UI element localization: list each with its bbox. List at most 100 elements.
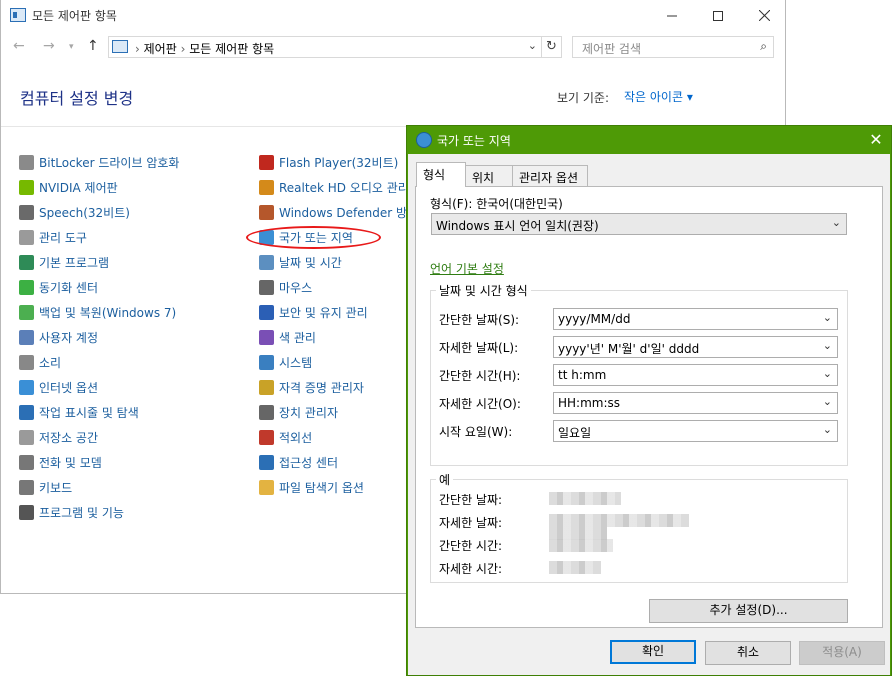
chevron-down-icon: ⌄ [822,423,832,436]
breadcrumb-item[interactable]: 제어판 [144,42,177,56]
apply-button[interactable]: 적용(A) [799,641,885,665]
tab-format[interactable]: 형식 [416,162,466,187]
taskbar-icon [19,405,34,420]
refresh-button[interactable]: ↻ [542,36,562,58]
control-panel-item-label: 장치 관리자 [279,406,339,420]
control-panel-item-label: 키보드 [39,481,73,495]
control-panel-item-label: 자격 증명 관리자 [279,381,364,395]
format-field-select[interactable]: yyyy/MM/dd ⌄ [553,308,838,330]
control-panel-icon [112,40,128,53]
format-select[interactable]: Windows 표시 언어 일치(권장) ⌄ [431,213,847,235]
format-field-select[interactable]: 일요일 ⌄ [553,420,838,442]
user-accounts-icon [19,330,34,345]
default-programs-icon [19,255,34,270]
breadcrumb: › 제어판 › 모든 제어판 항목 [135,42,275,56]
bitlocker-icon [19,155,34,170]
dialog-body: 형식 위치 관리자 옵션 형식(F): 한국어(대한민국) Windows 표시… [408,154,890,675]
keyboard-icon [19,480,34,495]
redacted-value [549,492,621,505]
control-panel-item-label: 사용자 계정 [39,331,99,345]
example-label: 간단한 시간: [439,539,503,553]
field-label: 자세한 날짜(L): [439,341,519,355]
minimize-button[interactable] [649,0,695,31]
control-panel-item-label: BitLocker 드라이브 암호화 [39,156,180,170]
format-field-select[interactable]: yyyy'년' M'월' d'일' dddd ⌄ [553,336,838,358]
up-icon[interactable]: ↑ [87,38,99,54]
control-panel-item-label: 동기화 센터 [39,281,99,295]
firewall-icon [259,205,274,220]
chevron-down-icon: ⌄ [831,216,841,229]
admin-tools-icon [19,230,34,245]
example-label: 간단한 날짜: [439,493,503,507]
control-panel-item-label: 기본 프로그램 [39,256,110,270]
globe-icon [416,132,432,148]
format-select-value: Windows 표시 언어 일치(권장) [436,219,599,233]
control-panel-item-label: 날짜 및 시간 [279,256,342,270]
cancel-button[interactable]: 취소 [705,641,791,665]
redacted-value [549,514,689,527]
refresh-icon: ↻ [546,39,557,54]
control-panel-item-label: Flash Player(32비트) [279,156,399,170]
search-input[interactable]: 제어판 검색 ⌕ [572,36,774,58]
control-panel-item-label: Realtek HD 오디오 관리 [279,181,409,195]
chevron-down-icon: ⌄ [822,339,832,352]
view-by-dropdown[interactable]: 작은 아이콘 ▾ [624,88,693,105]
search-icon[interactable]: ⌕ [760,39,767,54]
field-label: 간단한 시간(H): [439,369,521,383]
language-preferences-link[interactable]: 언어 기본 설정 [430,260,504,277]
close-icon[interactable]: ✕ [861,126,891,154]
speech-icon [19,205,34,220]
redacted-value [549,539,613,552]
control-panel-item-label: Windows Defender 방화 [279,206,419,220]
nvidia-icon [19,180,34,195]
chevron-down-icon: ⌄ [822,395,832,408]
control-panel-item-label: 색 관리 [279,331,316,345]
format-field-select[interactable]: tt h:mm ⌄ [553,364,838,386]
system-icon [259,355,274,370]
title-bar: 모든 제어판 항목 [1,0,787,31]
control-panel-item-label: 관리 도구 [39,231,87,245]
control-panel-item-label: 소리 [39,356,62,370]
device-manager-icon [259,405,274,420]
format-label: 형식(F): 한국어(대한민국) [430,197,563,211]
close-icon [758,10,770,21]
format-field-select[interactable]: HH:mm:ss ⌄ [553,392,838,414]
examples-group: 예 간단한 날짜: 자세한 날짜: 간단한 시간: 자세한 시간: [430,471,848,583]
format-tab-panel: 형식(F): 한국어(대한민국) Windows 표시 언어 일치(권장) ⌄ … [415,186,883,628]
ok-button[interactable]: 확인 [610,640,696,664]
tab-location[interactable]: 위치 [465,165,513,186]
chevron-down-icon[interactable]: ⌄ [528,39,537,52]
storage-spaces-icon [19,430,34,445]
backup-icon [19,305,34,320]
breadcrumb-item[interactable]: 모든 제어판 항목 [189,42,274,56]
maximize-button[interactable] [695,0,741,31]
flash-icon [259,155,274,170]
search-placeholder: 제어판 검색 [582,42,642,56]
control-panel-item-label: 인터넷 옵션 [39,381,99,395]
close-button[interactable] [741,0,787,31]
forward-icon[interactable]: → [43,38,55,54]
view-by-label: 보기 기준: [557,91,610,105]
ease-of-access-icon [259,455,274,470]
back-icon[interactable]: ← [13,38,25,54]
page-title: 컴퓨터 설정 변경 [20,89,134,108]
control-panel-item-label: 마우스 [279,281,313,295]
highlight-ellipse [246,226,381,249]
address-bar[interactable]: › 제어판 › 모든 제어판 항목 ⌄ [108,36,542,58]
control-panel-item-label: 적외선 [279,431,313,445]
control-panel-item-label: 파일 탐색기 옵션 [279,481,364,495]
recent-chevron-icon[interactable]: ▾ [69,42,74,52]
control-panel-item-label: NVIDIA 제어판 [39,181,118,195]
file-explorer-options-icon [259,480,274,495]
control-panel-item-label: 전화 및 모뎀 [39,456,102,470]
control-panel-item-label: 작업 표시줄 및 탐색 [39,406,139,420]
color-management-icon [259,330,274,345]
field-value: tt h:mm [558,368,607,382]
group-title: 예 [436,471,454,488]
control-panel-item-label: 시스템 [279,356,313,370]
security-maintenance-icon [259,305,274,320]
datetime-format-group: 날짜 및 시간 형식 간단한 날짜(S): yyyy/MM/dd ⌄ 자세한 날짜(L… [430,282,848,466]
tab-admin-options[interactable]: 관리자 옵션 [512,165,588,186]
phone-modem-icon [19,455,34,470]
additional-settings-button[interactable]: 추가 설정(D)... [649,599,848,623]
